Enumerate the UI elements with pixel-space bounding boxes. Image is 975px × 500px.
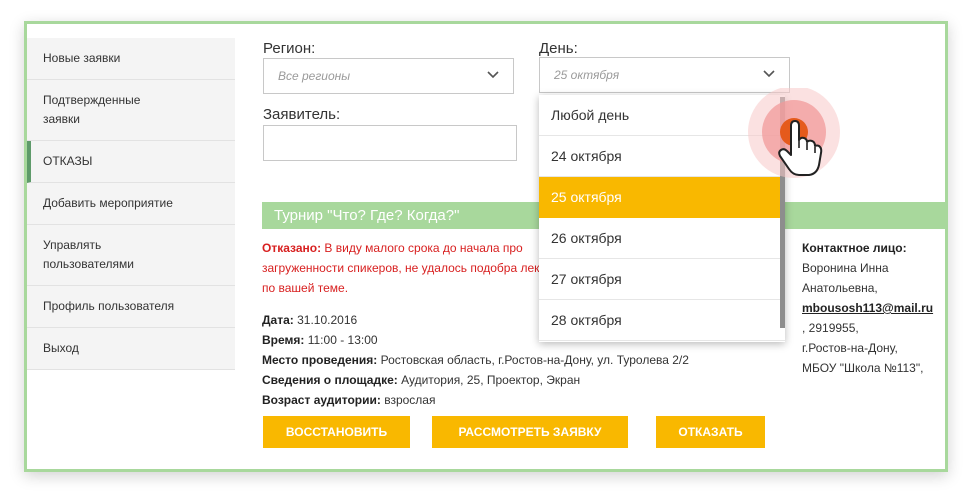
- day-label: День:: [539, 40, 578, 57]
- sidebar-item-user-profile[interactable]: Профиль пользователя: [27, 286, 235, 328]
- applicant-label: Заявитель:: [263, 106, 341, 123]
- contact-info: Контактное лицо: Воронина Инна Анатольев…: [802, 238, 945, 378]
- chevron-down-icon: [487, 71, 499, 79]
- sidebar: Новые заявки Подтвержденные заявки ОТКАЗ…: [27, 38, 235, 370]
- dropdown-option[interactable]: 26 октября: [539, 218, 785, 259]
- event-place: Ростовская область, г.Ростов-на-Дону, ул…: [377, 353, 689, 367]
- contact-heading: Контактное лицо:: [802, 241, 907, 255]
- region-select-value: Все регионы: [278, 69, 351, 83]
- chevron-down-icon: [763, 70, 775, 78]
- contact-org: МБОУ "Школа №113",: [802, 361, 924, 375]
- sidebar-item-refusals[interactable]: ОТКАЗЫ: [27, 141, 235, 183]
- applicant-input[interactable]: [263, 125, 517, 161]
- sidebar-item-logout[interactable]: Выход: [27, 328, 235, 370]
- refusal-notice: Отказано: В виду малого срока до начала …: [262, 238, 562, 298]
- sidebar-item-confirmed-requests[interactable]: Подтвержденные заявки: [27, 80, 235, 141]
- day-select-value: 25 октября: [554, 68, 620, 82]
- sidebar-item-add-event[interactable]: Добавить мероприятие: [27, 183, 235, 225]
- review-request-button[interactable]: РАССМОТРЕТЬ ЗАЯВКУ: [432, 416, 628, 448]
- contact-phone: , 2919955,: [802, 321, 859, 335]
- contact-email-link[interactable]: mbousosh113@mail.ru: [802, 301, 933, 315]
- dropdown-option[interactable]: 27 октября: [539, 259, 785, 300]
- event-date: 31.10.2016: [293, 313, 358, 327]
- contact-name-line1: Воронина Инна: [802, 261, 889, 275]
- contact-city: г.Ростов-на-Дону,: [802, 341, 898, 355]
- reject-button[interactable]: ОТКАЗАТЬ: [656, 416, 765, 448]
- contact-name-line2: Анатольевна,: [802, 281, 878, 295]
- region-select[interactable]: Все регионы: [263, 58, 514, 94]
- app-frame: Новые заявки Подтвержденные заявки ОТКАЗ…: [24, 21, 948, 472]
- restore-button[interactable]: ВОССТАНОВИТЬ: [263, 416, 410, 448]
- sidebar-item-new-requests[interactable]: Новые заявки: [27, 38, 235, 80]
- event-age: взрослая: [380, 393, 436, 407]
- event-time: 11:00 - 13:00: [304, 333, 378, 347]
- refusal-label: Отказано:: [262, 241, 322, 255]
- hand-cursor-icon: [748, 88, 840, 178]
- dropdown-option[interactable]: 28 октября: [539, 300, 785, 341]
- sidebar-item-manage-users[interactable]: Управлять пользователями: [27, 225, 235, 286]
- event-venue: Аудитория, 25, Проектор, Экран: [397, 373, 581, 387]
- region-label: Регион:: [263, 40, 316, 57]
